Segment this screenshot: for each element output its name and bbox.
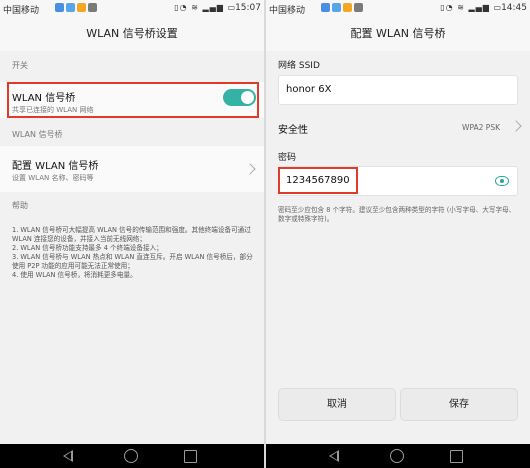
section-header-bridge: WLAN 信号桥 [12, 130, 63, 139]
navigation-bar [266, 444, 530, 468]
config-row-title: 配置 WLAN 信号桥 [12, 161, 99, 172]
home-icon[interactable] [390, 449, 404, 463]
screenshot-pair: 中国移动 ▯◔ ≋ ▂▄▆ ▭ 15:07 WLAN 信号桥设置 开关 WLAN… [0, 0, 530, 468]
notification-icon [332, 3, 341, 12]
back-icon[interactable] [329, 450, 339, 462]
help-line: 4. 使用 WLAN 信号桥，将消耗更多电量。 [12, 271, 137, 279]
signal-wifi-battery-icons: ▯◔ ≋ ▂▄▆ ▭ [440, 3, 502, 12]
highlight-box [278, 167, 358, 194]
help-text: 1. WLAN 信号桥可大幅提高 WLAN 信号的传输范围和强度。其他终端设备可… [12, 226, 254, 280]
cancel-button[interactable]: 取消 [278, 388, 396, 421]
recent-apps-icon[interactable] [450, 450, 463, 463]
show-password-eye-icon[interactable] [495, 176, 509, 186]
notification-icon [77, 3, 86, 12]
config-row-subtitle: 设置 WLAN 名称、密码等 [12, 174, 94, 182]
notification-icons [55, 3, 97, 12]
page-title: WLAN 信号桥设置 [0, 17, 264, 51]
signal-wifi-battery-icons: ▯◔ ≋ ▂▄▆ ▭ [174, 3, 236, 12]
notification-icon [66, 3, 75, 12]
notification-icon [55, 3, 64, 12]
eye-pupil [499, 178, 504, 183]
navigation-bar [0, 444, 264, 468]
save-button[interactable]: 保存 [400, 388, 518, 421]
highlight-box [7, 82, 259, 118]
back-icon[interactable] [63, 450, 73, 462]
ssid-value: honor 6X [286, 84, 332, 95]
security-label: 安全性 [278, 125, 308, 136]
password-label: 密码 [278, 153, 297, 163]
section-header-switch: 开关 [12, 61, 28, 70]
ssid-label: 网络 SSID [278, 61, 320, 71]
status-bar: 中国移动 ▯◔ ≋ ▂▄▆ ▭ 15:07 [0, 0, 264, 17]
help-line: 3. WLAN 信号桥与 WLAN 热点和 WLAN 直连互斥。开启 WLAN … [12, 253, 253, 270]
security-row[interactable]: 安全性 WPA2 PSK [266, 110, 530, 144]
password-hint: 密码至少应包含 8 个字符。建议至少包含两种类型的字符 (小写字母、大写字母、数… [278, 206, 516, 223]
chevron-right-icon [510, 120, 522, 132]
chevron-right-icon [244, 163, 256, 175]
security-value: WPA2 PSK [462, 123, 500, 132]
notification-icon [88, 3, 97, 12]
notification-icons [321, 3, 363, 12]
help-line: 1. WLAN 信号桥可大幅提高 WLAN 信号的传输范围和强度。其他终端设备可… [12, 226, 251, 243]
wlan-bridge-settings-screen: 中国移动 ▯◔ ≋ ▂▄▆ ▭ 15:07 WLAN 信号桥设置 开关 WLAN… [0, 0, 264, 468]
notification-icon [354, 3, 363, 12]
recent-apps-icon[interactable] [184, 450, 197, 463]
section-header-help: 帮助 [12, 201, 28, 210]
configure-wlan-bridge-row[interactable]: 配置 WLAN 信号桥 设置 WLAN 名称、密码等 [0, 146, 264, 192]
page-title: 配置 WLAN 信号桥 [266, 17, 530, 51]
home-icon[interactable] [124, 449, 138, 463]
notification-icon [321, 3, 330, 12]
carrier-label: 中国移动 [3, 6, 40, 16]
notification-icon [343, 3, 352, 12]
clock: 15:07 [235, 3, 261, 13]
carrier-label: 中国移动 [269, 6, 306, 16]
configure-wlan-bridge-screen: 中国移动 ▯◔ ≋ ▂▄▆ ▭ 14:45 配置 WLAN 信号桥 网络 SSI… [266, 0, 530, 468]
status-bar: 中国移动 ▯◔ ≋ ▂▄▆ ▭ 14:45 [266, 0, 530, 17]
clock: 14:45 [501, 3, 527, 13]
ssid-input[interactable]: honor 6X [278, 75, 518, 105]
help-line: 2. WLAN 信号桥功能支持最多 4 个终端设备接入； [12, 244, 163, 252]
